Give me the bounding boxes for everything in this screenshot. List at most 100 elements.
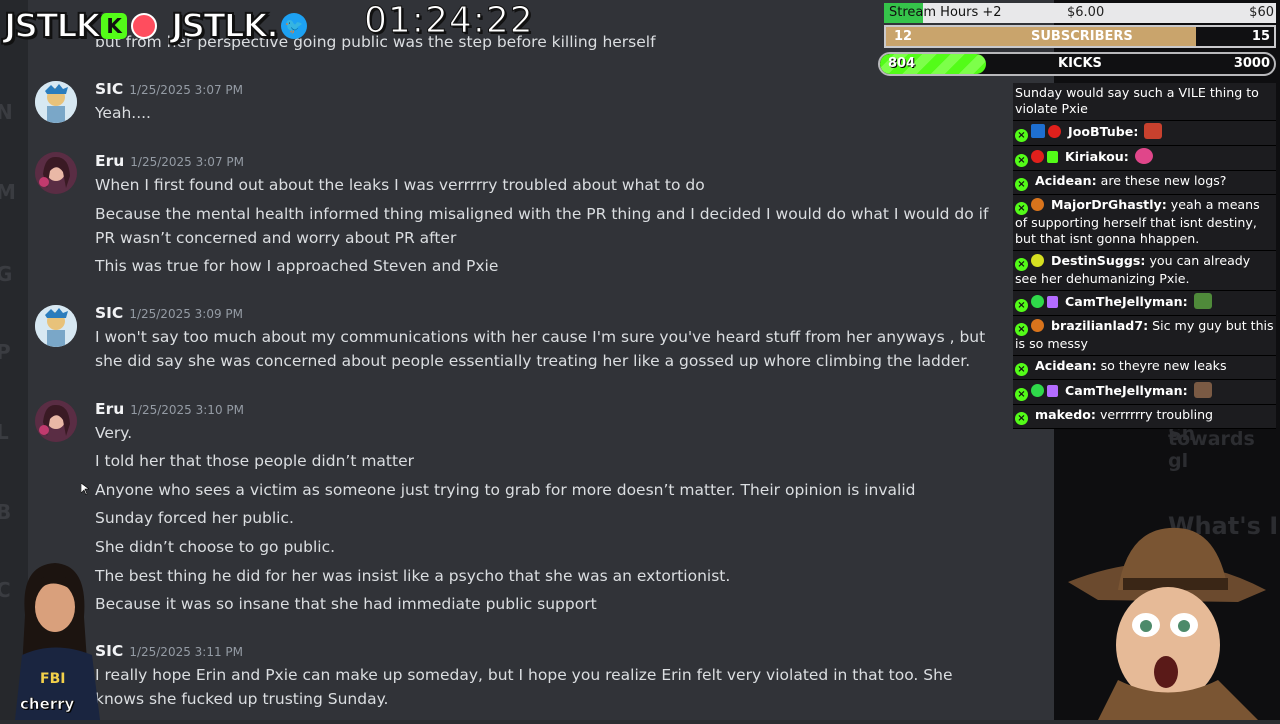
chat-message: × CamTheJellyman: xyxy=(1013,291,1276,316)
hours-goal-value: $60 xyxy=(1249,5,1274,20)
moderator-badge-icon: × xyxy=(1015,412,1028,425)
message-timestamp: 1/25/2025 3:11 PM xyxy=(129,645,244,659)
message-line: Yeah.... xyxy=(95,104,151,122)
chat-username: MajorDrGhastly: xyxy=(1051,197,1167,212)
avatar-image xyxy=(35,400,77,442)
chat-message: × DestinSuggs: you can already see her d… xyxy=(1013,251,1276,291)
chat-username: makedo: xyxy=(1035,407,1096,422)
message-timestamp: 1/25/2025 3:07 PM xyxy=(130,155,244,169)
chat-message: × makedo: verrrrrry troubling xyxy=(1013,405,1276,429)
moderator-badge-icon: × xyxy=(1015,388,1028,401)
message-line: Very. xyxy=(95,424,133,442)
green-badge-icon xyxy=(1031,295,1044,308)
gift-badge-icon xyxy=(1047,385,1058,397)
kicks-goal: 3000 xyxy=(1233,56,1270,71)
subs-count: 12 xyxy=(894,29,913,44)
chat-text: Sunday would say such a VILE thing to vi… xyxy=(1015,85,1259,116)
discord-message-pane[interactable]: but from her perspective going public wa… xyxy=(28,0,1054,720)
chat-username: DestinSuggs: xyxy=(1051,253,1146,268)
emote-icon xyxy=(1144,123,1163,139)
svg-text:FBI: FBI xyxy=(40,671,65,687)
chat-username: JooBTube: xyxy=(1068,124,1139,139)
subs-label: SUBSCRIBERS xyxy=(1031,29,1133,44)
message-line: This was true for how I approached Steve… xyxy=(95,257,499,275)
message-line: I really hope Erin and Pxie can make up … xyxy=(95,666,953,708)
moderator-badge-icon: × xyxy=(1015,178,1028,191)
chat-message: × Kiriakou: xyxy=(1013,146,1276,171)
chat-message: × MajorDrGhastly: yeah a means of suppor… xyxy=(1013,195,1276,251)
moderator-badge-icon: × xyxy=(1015,258,1028,271)
chat-username: CamTheJellyman: xyxy=(1065,294,1188,309)
chat-message: × Acidean: are these new logs? xyxy=(1013,171,1276,195)
subscribers-bar: 12 SUBSCRIBERS 15 xyxy=(884,25,1276,48)
chat-username: Kiriakou: xyxy=(1065,149,1129,164)
avatar-eru[interactable] xyxy=(35,152,77,194)
stream-hours-bar: Stream Hours +2 $6.00 $60 xyxy=(884,3,1276,23)
chat-message: × CamTheJellyman: xyxy=(1013,380,1276,405)
cursor-arrow-icon xyxy=(80,482,90,496)
chat-username: CamTheJellyman: xyxy=(1065,383,1188,398)
logo-text: JSTLK. xyxy=(170,5,280,46)
avatar-sic[interactable] xyxy=(35,305,77,347)
avatar-eru[interactable] xyxy=(35,400,77,442)
kicks-label: KICKS xyxy=(1058,56,1102,71)
moderator-badge-icon: × xyxy=(1015,202,1028,215)
sidebar-ghost-text: N xyxy=(0,100,13,124)
message-author[interactable]: Eru 1/25/2025 3:07 PM xyxy=(95,152,244,170)
orange-badge-icon xyxy=(1031,319,1044,332)
kicks-bar: 804 KICKS 3000 xyxy=(878,52,1276,76)
moderator-badge-icon: × xyxy=(1015,363,1028,376)
mouse-cursor-icon xyxy=(80,480,90,499)
chat-message: × brazilianlad7: Sic my guy but this is … xyxy=(1013,316,1276,356)
sidebar-ghost-text: B xyxy=(0,500,12,524)
message-line: She didn’t choose to go public. xyxy=(95,538,336,556)
author-name[interactable]: SIC xyxy=(95,80,123,98)
emote-icon xyxy=(1193,293,1212,309)
orange-badge-icon xyxy=(1031,198,1044,211)
avatar-sic[interactable] xyxy=(35,81,77,123)
chat-message: × JooBTube: xyxy=(1013,121,1276,146)
chat-text: verrrrrry troubling xyxy=(1099,407,1214,422)
chat-username: brazilianlad7: xyxy=(1051,318,1149,333)
message-line: When I first found out about the leaks I… xyxy=(95,176,705,194)
background-text: towards gl xyxy=(1168,428,1255,472)
message-author[interactable]: SIC 1/25/2025 3:11 PM xyxy=(95,642,243,660)
message-timestamp: 1/25/2025 3:09 PM xyxy=(129,307,244,321)
sidebar-ghost-text: M xyxy=(0,180,16,204)
message-timestamp: 1/25/2025 3:10 PM xyxy=(130,403,244,417)
author-name[interactable]: Eru xyxy=(95,400,124,418)
chat-text: are these new logs? xyxy=(1100,173,1227,188)
twitter-bird-icon: 🐦 xyxy=(280,12,307,39)
green-badge-icon xyxy=(1031,384,1044,397)
stream-chat: Sunday would say such a VILE thing to vi… xyxy=(1013,83,1276,429)
logo-text: JSTLK xyxy=(3,5,102,46)
stream-logo: JSTLK K JSTLK. 🐦 xyxy=(3,5,307,46)
author-name[interactable]: SIC xyxy=(95,304,123,322)
chat-text: so theyre new leaks xyxy=(1100,358,1227,373)
blue-badge-icon xyxy=(1031,124,1045,138)
message-author[interactable]: SIC 1/25/2025 3:07 PM xyxy=(95,80,243,98)
message-line: I told her that those people didn’t matt… xyxy=(95,452,414,470)
cam-label: cherry xyxy=(20,695,75,714)
avatar-image xyxy=(35,305,77,347)
message-line: Anyone who sees a victim as someone just… xyxy=(95,481,916,499)
moderator-badge-icon: × xyxy=(1015,299,1028,312)
streamer-avatar-cam xyxy=(1068,520,1280,720)
message-line: Because it was so insane that she had im… xyxy=(95,595,597,613)
chat-username: Acidean: xyxy=(1035,358,1097,373)
kicks-count: 804 xyxy=(888,56,916,71)
author-name[interactable]: Eru xyxy=(95,152,124,170)
sidebar-ghost-text: L xyxy=(0,420,9,444)
red-badge-icon xyxy=(1048,125,1061,138)
record-icon xyxy=(131,12,158,39)
moderator-badge-icon: × xyxy=(1015,154,1028,167)
moderator-badge-icon: × xyxy=(1015,323,1028,336)
sidebar-ghost-text: G xyxy=(0,262,13,286)
message-author[interactable]: Eru 1/25/2025 3:10 PM xyxy=(95,400,244,418)
kick-logo-icon: K xyxy=(101,12,128,39)
message-line: Because the mental health informed thing… xyxy=(95,205,989,247)
emote-icon xyxy=(1134,148,1153,164)
moderator-badge-icon: × xyxy=(1015,129,1028,142)
detective-avatar-image xyxy=(1068,527,1266,720)
message-author[interactable]: SIC 1/25/2025 3:09 PM xyxy=(95,304,243,322)
